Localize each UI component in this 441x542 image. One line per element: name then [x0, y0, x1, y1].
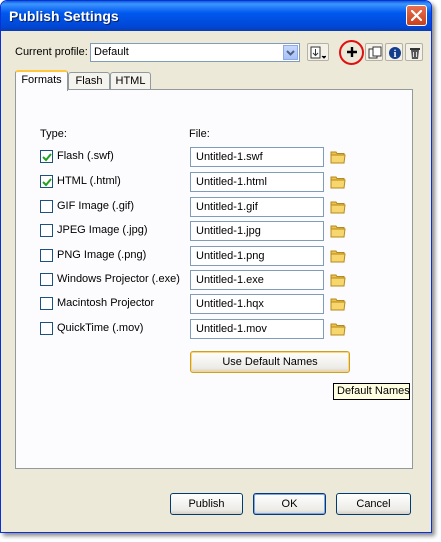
info-icon: i [389, 47, 401, 60]
import-export-icon [310, 46, 326, 59]
publish-button[interactable]: Publish [170, 493, 243, 515]
macintosh-projector-checkbox[interactable] [40, 297, 53, 310]
folder-icon [330, 201, 346, 214]
format-label: HTML (.html) [57, 175, 121, 187]
png-checkbox[interactable] [40, 249, 53, 262]
use-default-names-button[interactable]: Use Default Names [190, 351, 350, 373]
format-label: Flash (.swf) [57, 150, 114, 162]
tab-formats-label: Formats [21, 74, 62, 86]
file-name-input[interactable]: Untitled-1.mov [190, 319, 324, 339]
folder-browse-button[interactable] [330, 199, 346, 217]
folder-icon [330, 323, 346, 336]
format-label: Macintosh Projector [57, 297, 155, 309]
windows-projector-checkbox[interactable] [40, 273, 53, 286]
format-label: Windows Projector (.exe) [57, 273, 180, 285]
import-export-button[interactable] [307, 43, 329, 61]
duplicate-icon [368, 46, 382, 59]
checkmark-icon [42, 153, 52, 162]
profile-select[interactable]: Default [90, 43, 300, 62]
title-bar[interactable]: Publish Settings [1, 1, 431, 31]
file-name-input[interactable]: Untitled-1.png [190, 246, 324, 266]
file-header: File: [189, 128, 210, 140]
highlight-ring [339, 40, 364, 65]
file-name-input[interactable]: Untitled-1.swf [190, 147, 324, 167]
quicktime-checkbox[interactable] [40, 322, 53, 335]
publish-settings-dialog: Publish Settings Current profile: Defaul… [0, 0, 432, 533]
folder-browse-button[interactable] [330, 223, 346, 241]
format-label: PNG Image (.png) [57, 249, 147, 261]
close-icon [411, 10, 422, 21]
tab-flash-label: Flash [75, 75, 103, 87]
formats-panel: Type: File: Flash (.swf) Untitled-1.swf … [15, 89, 413, 469]
window-title: Publish Settings [9, 8, 119, 24]
cancel-button[interactable]: Cancel [336, 493, 411, 515]
close-button[interactable] [406, 5, 427, 26]
profile-label: Current profile: [15, 46, 88, 58]
tab-flash[interactable]: Flash [68, 72, 110, 90]
folder-icon [330, 151, 346, 164]
ok-button[interactable]: OK [253, 493, 326, 515]
folder-browse-button[interactable] [330, 321, 346, 339]
tab-html[interactable]: HTML [110, 72, 151, 90]
duplicate-profile-button[interactable] [365, 43, 383, 61]
folder-browse-button[interactable] [330, 149, 346, 167]
trash-icon [410, 48, 420, 59]
folder-browse-button[interactable] [330, 174, 346, 192]
profile-row: Current profile: Default i [15, 40, 425, 65]
folder-icon [330, 298, 346, 311]
profile-info-button[interactable]: i [385, 43, 403, 61]
folder-icon [330, 250, 346, 263]
type-header: Type: [40, 128, 67, 140]
folder-browse-button[interactable] [330, 248, 346, 266]
tab-formats[interactable]: Formats [15, 70, 68, 91]
folder-icon [330, 176, 346, 189]
checkmark-icon [42, 178, 52, 187]
file-name-input[interactable]: Untitled-1.html [190, 172, 324, 192]
gif-checkbox[interactable] [40, 200, 53, 213]
format-label: QuickTime (.mov) [57, 322, 144, 334]
dropdown-arrow[interactable] [283, 45, 298, 60]
default-names-tooltip: Default Names [333, 383, 410, 400]
file-name-input[interactable]: Untitled-1.jpg [190, 221, 324, 241]
chevron-down-icon [286, 50, 295, 56]
delete-profile-button[interactable] [405, 43, 423, 61]
jpeg-checkbox[interactable] [40, 224, 53, 237]
svg-text:i: i [394, 49, 397, 60]
html-checkbox[interactable] [40, 175, 53, 188]
file-name-input[interactable]: Untitled-1.exe [190, 270, 324, 290]
file-name-input[interactable]: Untitled-1.gif [190, 197, 324, 217]
folder-icon [330, 274, 346, 287]
flash-checkbox[interactable] [40, 150, 53, 163]
profile-value: Default [94, 46, 129, 58]
folder-icon [330, 225, 346, 238]
folder-browse-button[interactable] [330, 296, 346, 314]
folder-browse-button[interactable] [330, 272, 346, 290]
file-name-input[interactable]: Untitled-1.hqx [190, 294, 324, 314]
format-label: JPEG Image (.jpg) [57, 224, 148, 236]
format-label: GIF Image (.gif) [57, 200, 135, 212]
tab-html-label: HTML [115, 75, 146, 87]
